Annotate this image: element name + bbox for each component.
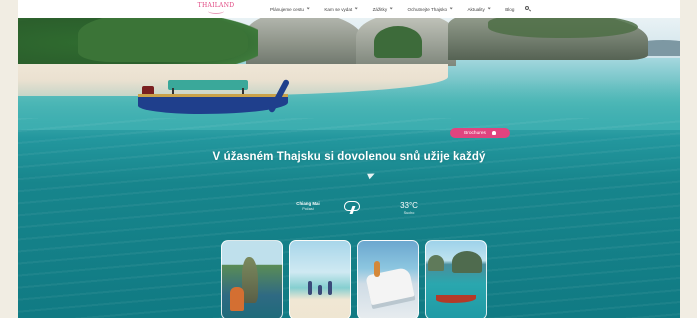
weather-temperature: 33°C Sucho xyxy=(394,201,424,215)
palm-trees xyxy=(78,18,248,62)
experience-card[interactable] xyxy=(289,240,351,318)
experience-card[interactable] xyxy=(357,240,419,318)
brochures-badge-button[interactable]: Brochures xyxy=(450,128,510,138)
chevron-down-icon xyxy=(306,6,310,10)
badge-label: Brochures xyxy=(464,130,486,136)
weather-condition-label: Počasí xyxy=(302,207,314,211)
chevron-down-icon xyxy=(354,6,359,10)
hero-headline: V úžasném Thajsku si dovolenou snů užije… xyxy=(212,151,486,163)
chevron-down-icon xyxy=(389,6,394,10)
bell-icon xyxy=(491,131,496,135)
nav-item-zazitky[interactable]: Zážitky xyxy=(372,6,394,12)
traveler-figure xyxy=(374,261,380,277)
nav-item-label: Kam se vydat xyxy=(324,6,353,12)
traveler-figure xyxy=(230,287,244,311)
search-icon[interactable] xyxy=(525,6,532,12)
yacht-shape xyxy=(365,266,415,306)
nav-item-blog[interactable]: Blog xyxy=(505,7,514,12)
cliff-vegetation xyxy=(374,26,422,58)
karst-rock xyxy=(242,257,258,303)
experience-cards xyxy=(221,240,487,318)
nav-item-label: Plánujeme cestu xyxy=(270,6,304,12)
main-nav: Plánujeme cestu Kam se vydat Zážitky Och… xyxy=(270,5,532,13)
limestone-cliff xyxy=(246,18,364,66)
boat-hull xyxy=(138,94,288,114)
hero-section: Brochures V úžasném Thajsku si dovolenou… xyxy=(18,18,680,318)
family-figure xyxy=(318,285,322,295)
nav-item-label: Blog xyxy=(505,6,515,12)
thailand-logo[interactable]: THAILAND xyxy=(196,0,236,17)
nav-item-label: Zážitky xyxy=(372,6,388,12)
cliff-vegetation xyxy=(488,18,638,38)
experience-card[interactable] xyxy=(425,240,487,318)
search-handle xyxy=(528,9,532,12)
nav-item-label: Aktuality xyxy=(467,6,485,12)
nav-item-label: Ochutnejte Thajsko xyxy=(407,6,448,12)
cloud-lightning-icon xyxy=(342,198,364,216)
island-shape xyxy=(452,251,482,273)
family-figure xyxy=(328,281,332,295)
nav-item-planujeme-cestu[interactable]: Plánujeme cestu xyxy=(270,6,310,12)
boat-canopy xyxy=(168,80,248,90)
nav-item-ochutnejte-thajsko[interactable]: Ochutnejte Thajsko xyxy=(408,7,453,12)
nav-item-kam-se-vydat[interactable]: Kam se vydat xyxy=(324,6,359,12)
weather-city: Chiang Mai Počasí xyxy=(288,201,328,211)
family-figure xyxy=(308,281,312,295)
experience-card[interactable] xyxy=(221,240,283,318)
nav-item-aktuality[interactable]: Aktuality xyxy=(467,6,491,12)
temperature-value: 33°C xyxy=(400,201,418,210)
chevron-down-icon xyxy=(449,6,453,10)
site-header: THAILAND Plánujeme cestu Kam se vydat Zá… xyxy=(18,0,680,18)
longtail-boat xyxy=(138,76,318,118)
logo-swash-icon xyxy=(208,8,224,14)
chevron-down-icon xyxy=(487,6,491,10)
temperature-sub-label: Sucho xyxy=(403,211,415,215)
island-shape xyxy=(428,255,444,271)
longtail-boat-shape xyxy=(436,295,476,303)
page: THAILAND Plánujeme cestu Kam se vydat Zá… xyxy=(18,0,680,318)
weather-city-name: Chiang Mai xyxy=(296,201,320,206)
